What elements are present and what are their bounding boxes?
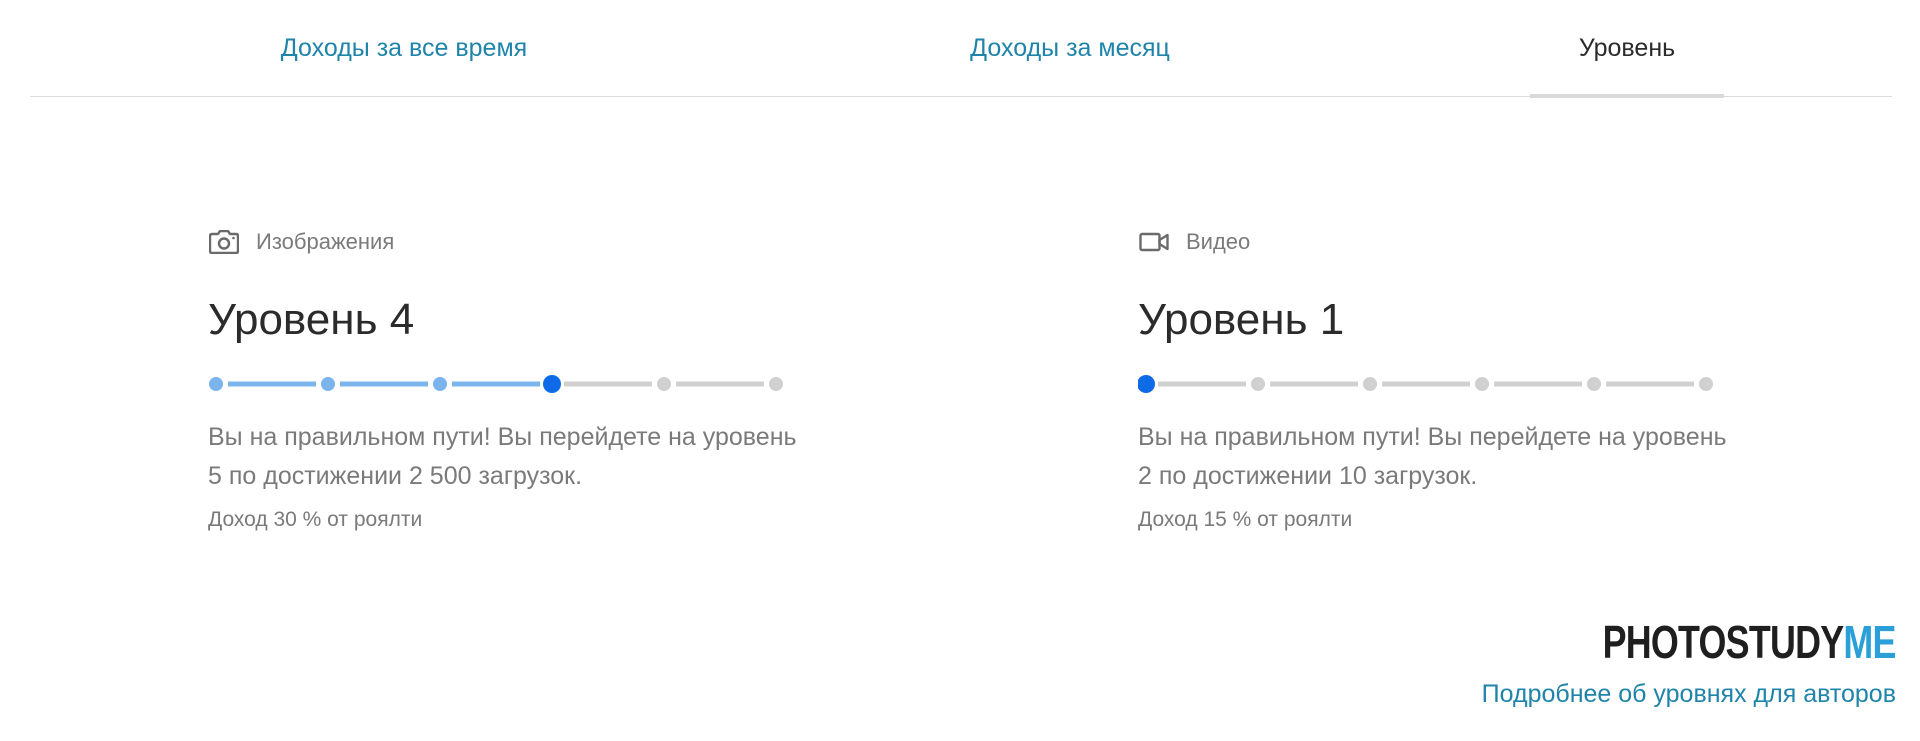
level-description: Вы на правильном пути! Вы перейдете на у… xyxy=(208,423,797,490)
photostudyme-logo: PHOTOSTUDYME xyxy=(1603,616,1897,668)
progress-level-dot xyxy=(1699,377,1713,391)
tab-monthly-earnings[interactable]: Доходы за месяц xyxy=(870,0,1270,96)
progress-level-dot xyxy=(209,377,223,391)
video-camera-icon xyxy=(1138,229,1170,255)
camera-icon xyxy=(208,229,240,255)
video-level-card: Видео Уровень 1 Вы на правильном пути! В… xyxy=(1138,222,1778,532)
progress-level-dot xyxy=(769,377,783,391)
progress-level-dot xyxy=(1475,377,1489,391)
logo-part-1: PHOTOSTUDY xyxy=(1603,616,1845,668)
tab-level[interactable]: Уровень xyxy=(1530,0,1724,98)
progress-level-dot xyxy=(657,377,671,391)
royalty-rate: Доход 15 % от роялти xyxy=(1138,508,1353,531)
royalty-rate: Доход 30 % от роялти xyxy=(208,508,423,531)
level-title: Уровень 1 xyxy=(1138,295,1345,344)
video-level-header: Видео xyxy=(1138,222,1778,262)
media-type-label: Изображения xyxy=(256,229,395,254)
images-level-header: Изображения xyxy=(208,222,848,262)
media-type-label: Видео xyxy=(1186,229,1251,254)
level-progress-bar xyxy=(209,375,783,393)
level-description: Вы на правильном пути! Вы перейдете на у… xyxy=(1138,423,1727,490)
logo-part-2: ME xyxy=(1843,616,1897,668)
progress-level-dot xyxy=(321,377,335,391)
level-progress-track xyxy=(208,372,788,396)
progress-current-level-dot xyxy=(543,375,561,393)
level-progress-track xyxy=(1138,372,1718,396)
more-about-levels-link[interactable]: Подробнее об уровнях для авторов xyxy=(1482,680,1896,709)
progress-level-dot xyxy=(1587,377,1601,391)
tab-all-time-earnings[interactable]: Доходы за все время xyxy=(204,0,604,96)
progress-level-dot xyxy=(433,377,447,391)
progress-level-dot xyxy=(1251,377,1265,391)
progress-current-level-dot xyxy=(1138,375,1155,393)
level-progress-bar xyxy=(1138,375,1713,393)
images-level-card: Изображения Уровень 4 Вы на правильном п… xyxy=(208,222,848,532)
tab-bar: Доходы за все время Доходы за месяц Уров… xyxy=(30,0,1892,98)
progress-level-dot xyxy=(1363,377,1377,391)
level-title: Уровень 4 xyxy=(208,295,415,344)
